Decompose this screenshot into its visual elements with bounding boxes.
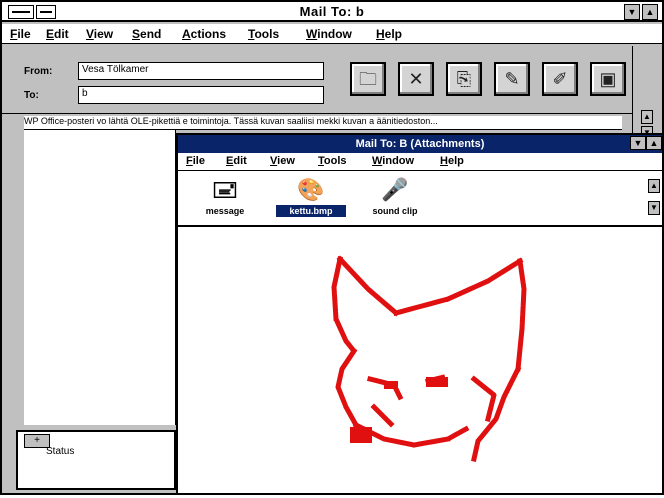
menu-help[interactable]: Help bbox=[376, 27, 402, 41]
fox-right-whisker bbox=[470, 375, 497, 423]
palette-icon: 🎨 bbox=[297, 177, 325, 202]
menu-view[interactable]: View bbox=[86, 27, 113, 41]
inner-scroll-up-icon[interactable]: ▲ bbox=[648, 179, 660, 193]
menu-file[interactable]: File bbox=[10, 27, 31, 41]
inner-menu-view[interactable]: View bbox=[270, 155, 295, 167]
message-body-pane[interactable] bbox=[24, 130, 176, 425]
menu-actions[interactable]: Actions bbox=[182, 27, 226, 41]
inner-menu-file[interactable]: File bbox=[186, 155, 205, 167]
pen-icon[interactable]: ✐ bbox=[542, 62, 578, 96]
fox-nose-fill bbox=[350, 427, 372, 443]
attachment-kettu-bmp[interactable]: 🎨 kettu.bmp bbox=[276, 177, 346, 217]
fox-left-ear-inner bbox=[336, 255, 400, 317]
scroll-up-icon[interactable]: ▲ bbox=[641, 110, 653, 124]
microphone-icon: 🎤 bbox=[381, 177, 409, 202]
attachment-sound-clip[interactable]: 🎤 sound clip bbox=[358, 177, 432, 217]
inner-menu-edit[interactable]: Edit bbox=[226, 155, 247, 167]
message-body-line[interactable]: WP Office-posteri vo lähtä OLE-pikettiä … bbox=[24, 116, 622, 130]
inner-minimize-icon[interactable]: ▼ bbox=[630, 136, 646, 150]
paint-icon[interactable]: ✎ bbox=[494, 62, 530, 96]
inner-scroll-down-icon[interactable]: ▼ bbox=[648, 201, 660, 215]
message-icon: 🖃 bbox=[212, 177, 238, 202]
fox-drawing bbox=[331, 255, 527, 462]
attachment-message[interactable]: 🖃 message bbox=[194, 177, 256, 217]
address-book-icon[interactable]: 🗀 bbox=[350, 62, 386, 96]
attachments-title: Mail To: B (Attachments) bbox=[355, 138, 485, 150]
attachment-label: kettu.bmp bbox=[276, 205, 346, 217]
fox-snout bbox=[352, 421, 470, 448]
fox-left-eye-fill bbox=[384, 381, 398, 389]
bitmap-viewer bbox=[178, 229, 662, 493]
menu-edit[interactable]: Edit bbox=[46, 27, 69, 41]
header-form: From: Vesa Tölkamer To: b 🗀 ✕ ⎘ ✎ ✐ ▣ bbox=[2, 46, 662, 114]
fox-right-eye-fill bbox=[426, 377, 448, 387]
status-label: Status bbox=[46, 446, 75, 457]
to-field[interactable]: b bbox=[78, 86, 324, 104]
delete-icon[interactable]: ✕ bbox=[398, 62, 434, 96]
inner-menu-help[interactable]: Help bbox=[440, 155, 464, 167]
attachment-label: sound clip bbox=[372, 206, 418, 216]
attach-icon[interactable]: ⎘ bbox=[446, 62, 482, 96]
maximize-icon[interactable]: ▲ bbox=[642, 4, 658, 20]
inner-menu-window[interactable]: Window bbox=[372, 155, 414, 167]
menu-bar: File Edit View Send Actions Tools Window… bbox=[2, 24, 662, 44]
attachments-menu-bar: File Edit View Tools Window Help bbox=[178, 153, 662, 171]
window-title: Mail To: b bbox=[299, 4, 365, 19]
inner-menu-tools[interactable]: Tools bbox=[318, 155, 347, 167]
to-label: To: bbox=[24, 90, 39, 101]
inner-maximize-icon[interactable]: ▲ bbox=[646, 136, 662, 150]
menu-send[interactable]: Send bbox=[132, 27, 161, 41]
status-toggle-button[interactable]: + bbox=[24, 434, 50, 448]
menu-tools[interactable]: Tools bbox=[248, 27, 279, 41]
fox-brow-line bbox=[392, 257, 524, 317]
from-label: From: bbox=[24, 66, 53, 77]
menu-window[interactable]: Window bbox=[306, 27, 352, 41]
minimize-icon[interactable]: ▼ bbox=[624, 4, 640, 20]
mail-title-bar[interactable]: Mail To: b ▼ ▲ bbox=[2, 2, 662, 22]
fox-left-cheek bbox=[335, 347, 360, 429]
attachment-label: message bbox=[205, 206, 245, 216]
attachments-title-bar[interactable]: Mail To: B (Attachments) ▼ ▲ bbox=[178, 135, 662, 153]
save-icon[interactable]: ▣ bbox=[590, 62, 626, 96]
attachment-list: 🖃 message 🎨 kettu.bmp 🎤 sound clip ▲ ▼ bbox=[178, 171, 662, 227]
fox-mouth-line bbox=[370, 403, 396, 429]
attachments-window: Mail To: B (Attachments) ▼ ▲ File Edit V… bbox=[176, 133, 664, 495]
from-field[interactable]: Vesa Tölkamer bbox=[78, 62, 324, 80]
mail-window: Mail To: b ▼ ▲ File Edit View Send Actio… bbox=[0, 0, 664, 495]
fox-right-ear-outline bbox=[515, 258, 527, 372]
